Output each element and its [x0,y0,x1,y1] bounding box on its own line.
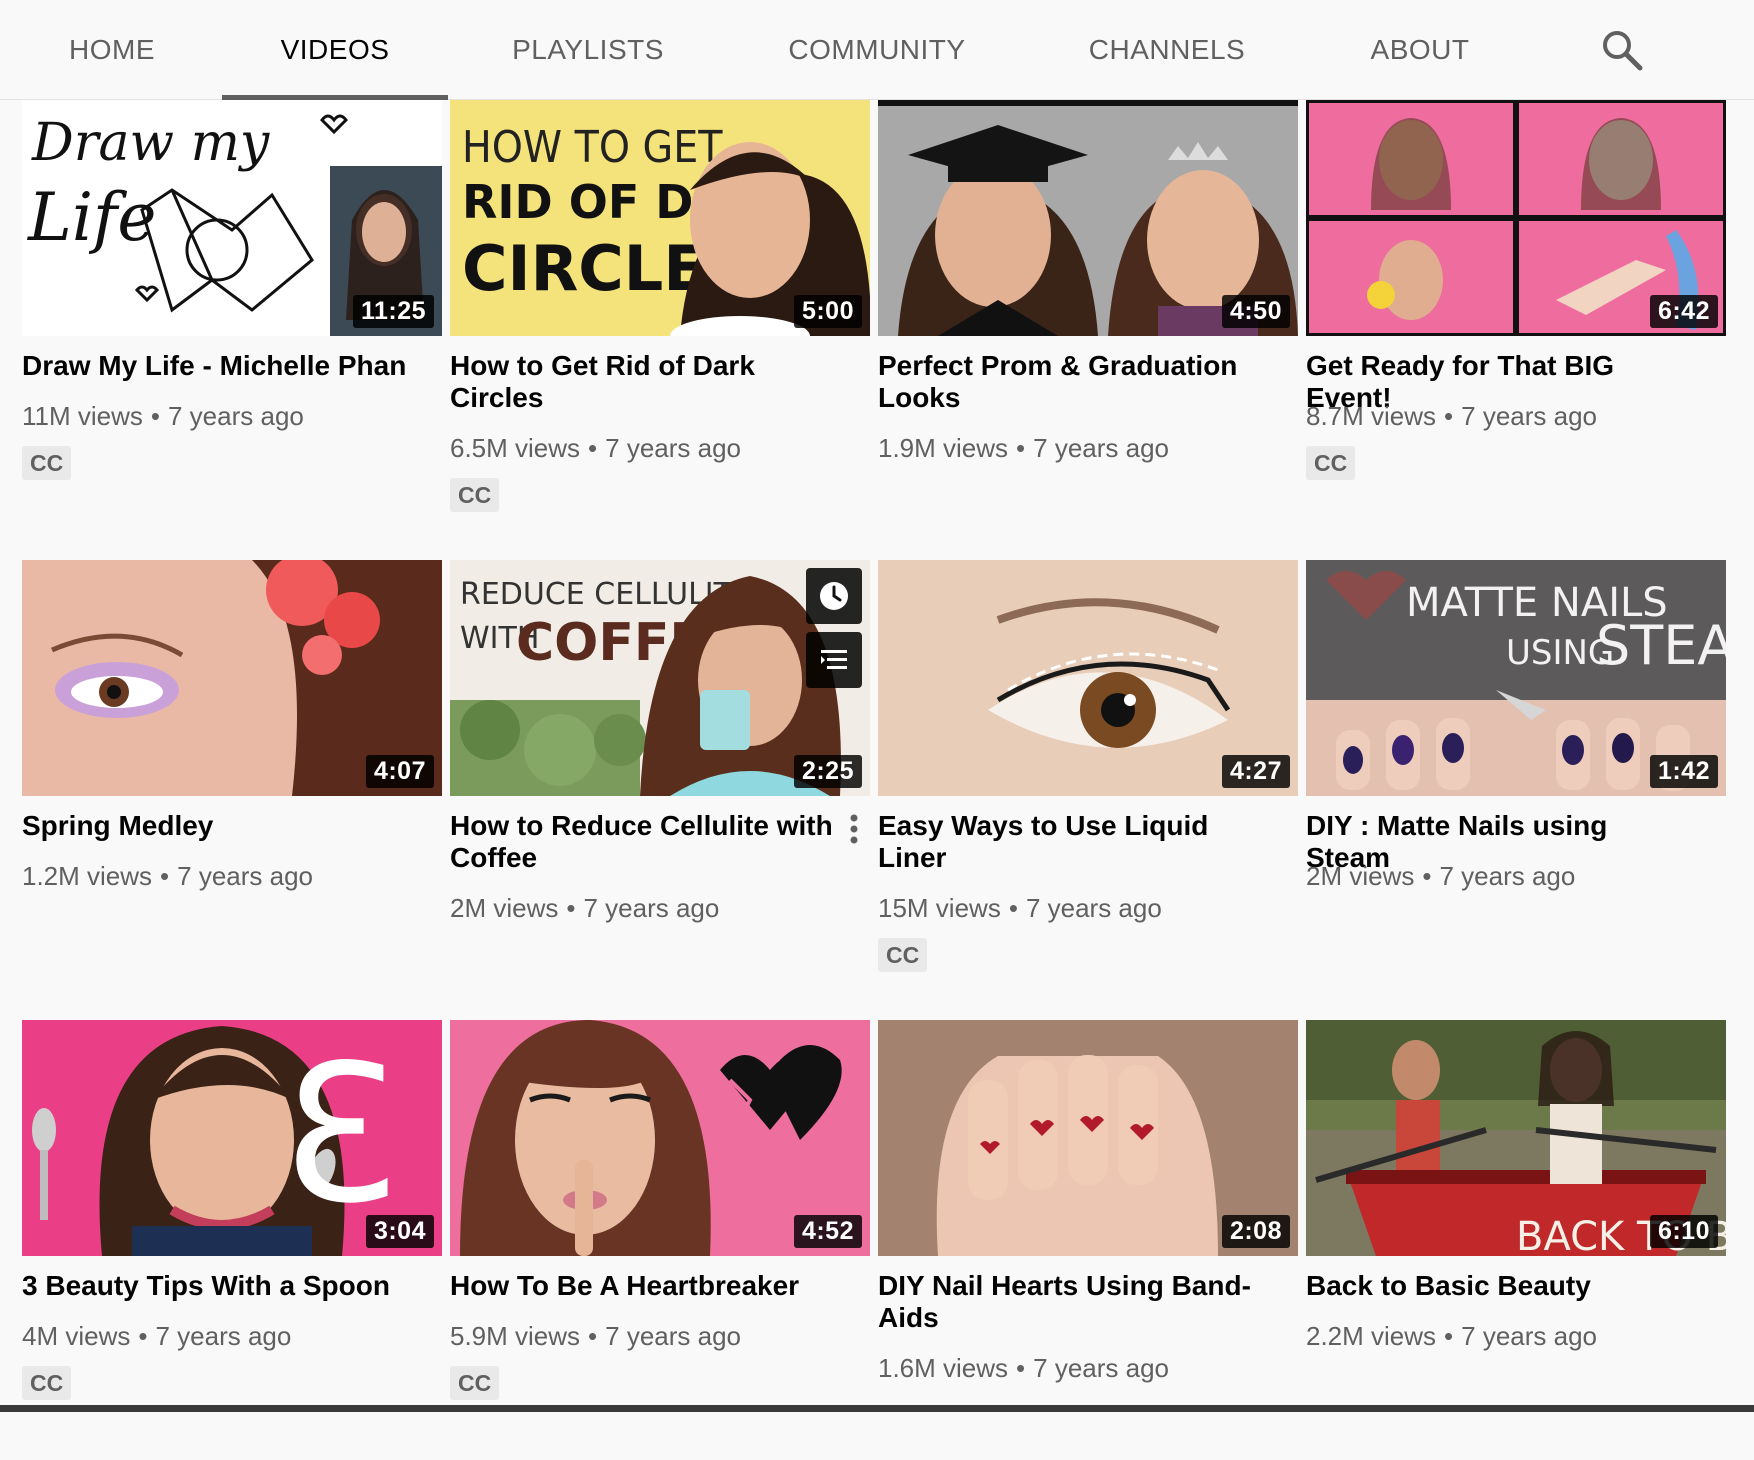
video-card: MATTE NAILS USING STEAM 1:42 DIY : Matte… [1306,560,1726,1000]
video-duration: 3:04 [365,1215,434,1248]
tab-playlists[interactable]: PLAYLISTS [488,0,688,100]
video-meta: 2M views • 7 years ago [1306,861,1576,891]
video-duration: 2:25 [793,755,862,788]
video-meta: 2.2M views • 7 years ago [1306,1321,1598,1351]
channel-tab-bar: HOME VIDEOS PLAYLISTS COMMUNITY CHANNELS… [0,0,1754,100]
video-card: 4:27 Easy Ways to Use Liquid Liner 15M v… [878,560,1298,1000]
video-thumbnail[interactable]: 4:27 [878,560,1298,796]
video-title[interactable]: Back to Basic Beauty [1306,1270,1696,1302]
thumb-text: STEAM [1596,614,1726,677]
tab-channels[interactable]: CHANNELS [1080,0,1254,100]
video-title[interactable]: Easy Ways to Use Liquid Liner [878,810,1268,874]
video-card: 2:08 DIY Nail Hearts Using Band-Aids 1.6… [878,1020,1298,1460]
video-duration: 4:52 [793,1215,862,1248]
thumb-text: HOW TO GET [462,122,723,173]
video-title[interactable]: How To Be A Heartbreaker [450,1270,840,1302]
video-title[interactable]: 3 Beauty Tips With a Spoon [22,1270,412,1302]
video-meta: 15M views • 7 years ago [878,893,1162,923]
video-thumbnail[interactable]: 4:50 [878,100,1298,336]
video-meta: 5.9M views • 7 years ago [450,1321,742,1351]
video-title[interactable]: Spring Medley [22,810,412,842]
cc-badge: CC [450,1366,500,1400]
video-duration: 6:10 [1649,1215,1718,1248]
watch-later-icon[interactable] [806,568,862,624]
video-duration: 4:07 [365,755,434,788]
video-thumbnail[interactable]: REDUCE CELLULITE WITH COFFEE 2:25 [450,560,870,796]
thumb-text: Life [27,179,156,256]
video-duration: 5:00 [793,295,862,328]
video-card: 6:42 Get Ready for That BIG Event! 8.7M … [1306,100,1726,540]
video-card: 4:07 Spring Medley 1.2M views • 7 years ag… [22,560,442,1000]
video-title[interactable]: How to Get Rid of Dark Circles [450,350,840,414]
video-thumbnail[interactable]: MATTE NAILS USING STEAM 1:42 [1306,560,1726,796]
video-title[interactable]: Perfect Prom & Graduation Looks [878,350,1268,414]
cc-badge: CC [22,1366,72,1400]
video-card: 3 3:04 3 Beauty Tips With a Spoon 4M vie… [22,1020,442,1460]
cc-badge: CC [1306,446,1356,480]
video-card: HOW TO GET RID OF DARK CIRCLES 5:00 How … [450,100,870,540]
video-thumbnail[interactable]: 6:42 [1306,100,1726,336]
thumb-text: 3 [281,1024,402,1245]
video-card: Draw my Life 11:25 Draw My Life - Michel… [22,100,442,540]
video-meta: 4M views • 7 years ago [22,1321,292,1351]
video-title[interactable]: Draw My Life - Michelle Phan [22,350,412,382]
video-card: BACK TO B 6:10 Back to Basic Beauty 2.2M… [1306,1020,1726,1460]
window-bottom-edge [0,1405,1754,1412]
thumb-text: Draw my [31,113,270,173]
video-duration: 2:08 [1221,1215,1290,1248]
tab-about[interactable]: ABOUT [1360,0,1480,100]
cc-badge: CC [22,446,72,480]
video-meta: 11M views • 7 years ago [22,401,304,431]
video-thumbnail[interactable]: 2:08 [878,1020,1298,1256]
video-duration: 4:27 [1221,755,1290,788]
video-duration: 11:25 [352,295,434,328]
cc-badge: CC [450,478,500,512]
more-options-icon[interactable] [842,812,866,852]
add-to-queue-icon[interactable] [806,632,862,688]
tab-videos[interactable]: VIDEOS [222,0,448,100]
video-thumbnail[interactable]: Draw my Life 11:25 [22,100,442,336]
tab-community[interactable]: COMMUNITY [776,0,978,100]
video-card: REDUCE CELLULITE WITH COFFEE 2:25 How to… [450,560,870,1000]
video-meta: 6.5M views • 7 years ago [450,433,742,463]
video-meta: 1.9M views • 7 years ago [878,433,1170,463]
video-card: 4:52 How To Be A Heartbreaker 5.9M views… [450,1020,870,1460]
video-thumbnail[interactable]: HOW TO GET RID OF DARK CIRCLES 5:00 [450,100,870,336]
video-title[interactable]: How to Reduce Cellulite with Coffee [450,810,840,874]
video-meta: 1.2M views • 7 years ago [22,861,314,891]
tab-home[interactable]: HOME [32,0,192,100]
video-duration: 6:42 [1649,295,1718,328]
video-duration: 4:50 [1221,295,1290,328]
video-meta: 8.7M views • 7 years ago [1306,401,1598,431]
video-thumbnail[interactable]: 4:07 [22,560,442,796]
video-thumbnail[interactable]: BACK TO B 6:10 [1306,1020,1726,1256]
video-meta: 1.6M views • 7 years ago [878,1353,1170,1383]
search-icon[interactable] [1600,28,1644,72]
video-meta: 2M views • 7 years ago [450,893,720,923]
video-title[interactable]: DIY Nail Hearts Using Band-Aids [878,1270,1268,1334]
video-thumbnail[interactable]: 4:52 [450,1020,870,1256]
video-duration: 1:42 [1649,755,1718,788]
video-thumbnail[interactable]: 3 3:04 [22,1020,442,1256]
video-card: 4:50 Perfect Prom & Graduation Looks 1.9… [878,100,1298,540]
cc-badge: CC [878,938,928,972]
